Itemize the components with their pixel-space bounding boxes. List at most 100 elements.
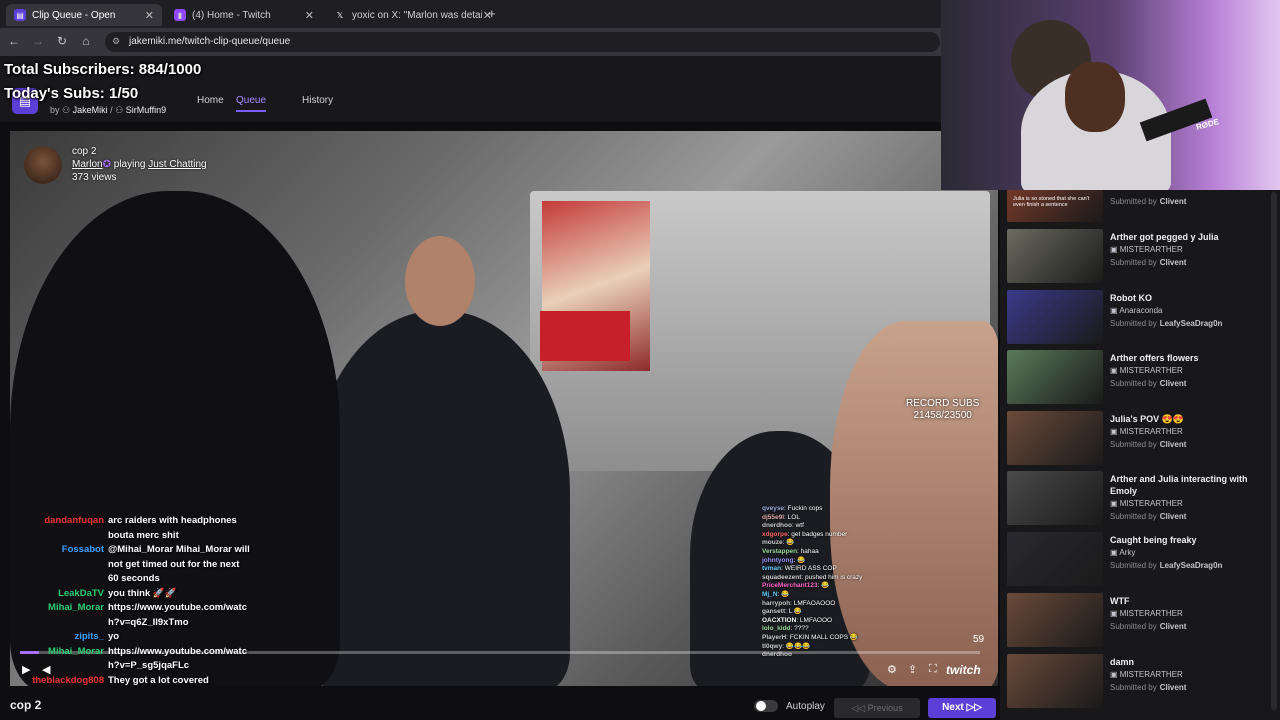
previous-button[interactable]: ◁◁ Previous — [834, 698, 920, 718]
new-tab-button[interactable]: + — [488, 6, 496, 21]
queue-item-submitter: Submitted by Clivent — [1110, 197, 1186, 206]
queue-item[interactable]: Arther and Julia interacting with Emoly ▣… — [1007, 471, 1269, 529]
scrollbar[interactable] — [1271, 192, 1277, 710]
chat-username[interactable]: theblackdog808 — [4, 674, 108, 689]
chat-username[interactable]: Mihai_Morar — [4, 601, 108, 616]
chat-username[interactable]: dandanfuqan — [4, 514, 108, 529]
clip-thumbnail[interactable] — [1007, 229, 1103, 283]
queue-item[interactable]: Julia's POV 😍😍 ▣ MISTERARTHER Submitted by… — [1007, 411, 1269, 469]
queue-item-title[interactable]: WTF — [1110, 595, 1265, 607]
streamer-link[interactable]: Marlon — [72, 159, 103, 170]
chat-username[interactable] — [4, 616, 108, 631]
chat-username[interactable]: LeakDaTV — [4, 587, 108, 602]
author-link-jakemiki[interactable]: JakeMiki — [73, 105, 108, 115]
channel-name: MISTERARTHER — [1119, 427, 1183, 436]
overlay-chat-user: lolo_kidd — [762, 625, 791, 633]
tab-clip-queue[interactable]: ▤ Clip Queue - Open ✕ — [6, 4, 162, 26]
submitter-name: Clivent — [1159, 512, 1187, 521]
chat-username[interactable]: Fossabot — [4, 543, 108, 558]
tab-x-post[interactable]: 𝕏 yoxic on X: "Marlon was detaine ✕ — [326, 4, 500, 26]
close-icon[interactable]: ✕ — [305, 9, 314, 22]
channel-name: Arky — [1119, 548, 1136, 557]
nav-queue[interactable]: Queue — [236, 95, 267, 112]
queue-item-title[interactable]: Julia's POV 😍😍 — [1110, 413, 1265, 425]
chat-username[interactable] — [4, 558, 108, 573]
chat-line: zipits_ yo — [4, 630, 270, 645]
clip-thumbnail[interactable] — [1007, 471, 1103, 525]
next-button[interactable]: Next ▷▷ — [928, 698, 996, 718]
queue-item-title[interactable]: Robot KO — [1110, 292, 1265, 304]
clip-thumbnail[interactable] — [1007, 532, 1103, 586]
home-icon[interactable]: ⌂ — [78, 34, 94, 48]
author-link-sirmuffin[interactable]: SirMuffin9 — [126, 105, 166, 115]
clip-thumbnail[interactable] — [1007, 411, 1103, 465]
fullscreen-icon[interactable]: ⛶ — [929, 663, 937, 676]
queue-item[interactable]: Caught being freaky ▣ Arky Submitted by Lea… — [1007, 532, 1269, 590]
chat-username[interactable] — [4, 529, 108, 544]
close-icon[interactable]: ✕ — [145, 9, 154, 22]
record-value: 21458/23500 — [913, 410, 972, 421]
view-count: 373 views — [72, 172, 117, 183]
queue-item[interactable]: Robot KO ▣ Anaraconda Submitted by LeafySea… — [1007, 290, 1269, 348]
overlay-chat-user: xdgorpe — [762, 530, 788, 538]
twitch-icon: ▮ — [174, 9, 186, 21]
chat-message: arc raiders with headphones — [108, 515, 237, 526]
chat-username[interactable]: zipits_ — [4, 630, 108, 645]
channel-icon: ▣ — [1110, 548, 1120, 557]
overlay-chat-msg: : Fuckin cops — [784, 505, 823, 512]
queue-item-title[interactable]: damn — [1110, 656, 1265, 668]
chat-line: 60 seconds — [4, 572, 270, 587]
overlay-chat-msg: : hahaa — [797, 547, 819, 555]
back-arrow-icon[interactable]: ← — [6, 34, 22, 48]
officer-center — [310, 311, 570, 686]
share-icon[interactable]: ⇪ — [908, 663, 917, 676]
overlay-chat-msg: : FCKIN MALL COPS 😂 — [786, 633, 859, 641]
nav-home[interactable]: Home — [197, 95, 224, 106]
chat-message: https://www.youtube.com/watc — [108, 645, 247, 657]
queue-item-title[interactable]: Arther and Julia interacting with Emoly — [1110, 473, 1265, 497]
streamer-avatar[interactable] — [24, 146, 62, 184]
verified-icon: ✪ — [102, 159, 111, 170]
chat-username[interactable] — [4, 659, 108, 674]
overlay-chat-msg: : 😂 — [793, 556, 806, 564]
overlay-chat-line: dnerdhoo: wtf — [762, 522, 912, 531]
queue-item-channel: ▣ MISTERARTHER — [1110, 366, 1183, 375]
clip-thumbnail[interactable] — [1007, 290, 1103, 344]
queue-item-title[interactable]: Caught being freaky — [1110, 534, 1265, 546]
overlay-chat-line: qveyse: Fuckin cops — [762, 505, 912, 514]
channel-icon: ▣ — [1110, 245, 1120, 254]
queue-item[interactable]: Arther offers flowers ▣ MISTERARTHER Submi… — [1007, 350, 1269, 408]
next-icon: ▷▷ — [966, 702, 982, 713]
chat-message: not get timed out for the next — [108, 558, 240, 570]
overlay-chat-user: PriceMerchant123 — [762, 582, 818, 590]
settings-icon[interactable]: ⚙ — [887, 663, 897, 676]
category-link[interactable]: Just Chatting — [148, 159, 206, 170]
chat-username[interactable]: Mihai_Morar — [4, 645, 108, 660]
queue-item[interactable]: WTF ▣ MISTERARTHER Submitted by Clivent — [1007, 593, 1269, 651]
queue-item[interactable]: damn ▣ MISTERARTHER Submitted by Clivent — [1007, 654, 1269, 712]
video-timer: 59 — [973, 634, 985, 645]
clip-thumbnail[interactable] — [1007, 350, 1103, 404]
separator: / — [110, 105, 113, 115]
chat-line: theblackdog808 They got a lot covered — [4, 674, 270, 689]
reload-icon[interactable]: ↻ — [54, 34, 70, 48]
clip-thumbnail[interactable] — [1007, 593, 1103, 647]
tab-twitch-home[interactable]: ▮ (4) Home - Twitch ✕ — [166, 4, 322, 26]
channel-icon: ▣ — [1110, 609, 1120, 618]
queue-item-title[interactable]: Arther offers flowers — [1110, 352, 1265, 364]
queue-item[interactable]: Arther got pegged y Julia ▣ MISTERARTHER S… — [1007, 229, 1269, 287]
overlay-chat-msg: : 😂 — [817, 582, 830, 590]
chat-username[interactable] — [4, 572, 108, 587]
submitter-name: Clivent — [1159, 258, 1187, 267]
clip-title[interactable]: cop 2 — [72, 146, 96, 157]
current-clip-title: cop 2 — [10, 698, 42, 712]
clip-thumbnail[interactable] — [1007, 654, 1103, 708]
queue-item-title[interactable]: Arther got pegged y Julia — [1110, 231, 1265, 243]
url-field[interactable]: jakemiki.me/twitch-clip-queue/queue — [105, 32, 940, 52]
forward-arrow-icon[interactable]: → — [30, 34, 46, 48]
twitch-logo-icon[interactable]: twitch — [946, 663, 981, 677]
nav-history[interactable]: History — [302, 95, 333, 106]
site-info-icon[interactable]: ⚙ — [112, 36, 120, 47]
chat-message: bouta merc shit — [108, 529, 179, 541]
overlay-chat-user: gansett — [762, 608, 786, 616]
